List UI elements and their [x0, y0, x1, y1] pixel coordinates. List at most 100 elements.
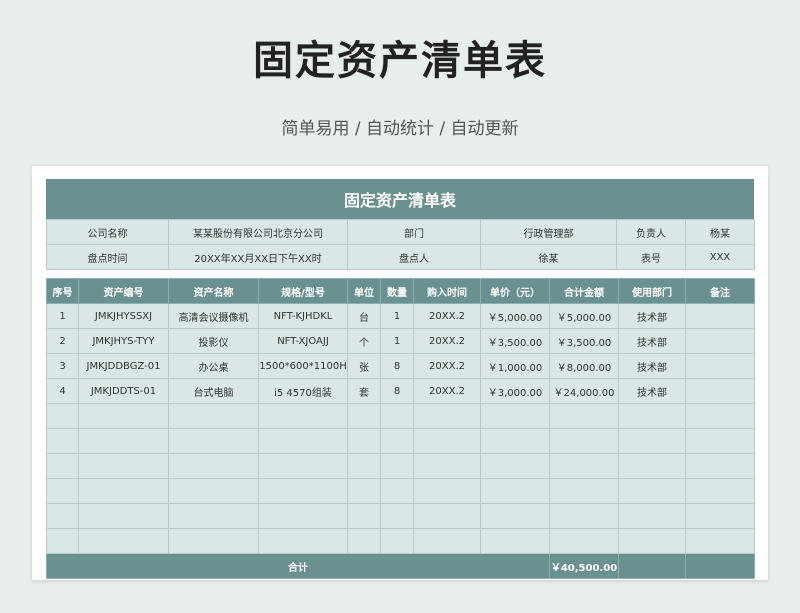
table-cell[interactable] — [413, 403, 481, 429]
table-cell[interactable] — [347, 478, 381, 504]
table-cell[interactable]: 个 — [347, 328, 381, 354]
table-cell[interactable] — [549, 503, 619, 529]
table-cell[interactable] — [46, 403, 79, 429]
table-cell[interactable] — [347, 453, 381, 479]
table-cell[interactable]: 台式电脑 — [168, 378, 259, 404]
owner-value[interactable]: 杨某 — [685, 219, 755, 245]
table-cell[interactable] — [685, 528, 755, 554]
table-cell[interactable]: JMKJHYSSXJ — [78, 303, 169, 329]
table-cell[interactable] — [258, 453, 348, 479]
table-cell[interactable]: 3 — [46, 353, 79, 379]
table-cell[interactable] — [347, 403, 381, 429]
table-cell[interactable]: 技术部 — [618, 303, 686, 329]
table-cell[interactable] — [413, 528, 481, 554]
table-cell[interactable] — [549, 428, 619, 454]
table-cell[interactable] — [258, 428, 348, 454]
table-cell[interactable] — [549, 453, 619, 479]
table-cell[interactable] — [480, 403, 550, 429]
table-cell[interactable]: JMKJHYS-TYY — [78, 328, 169, 354]
table-cell[interactable]: i5 4570组装 — [258, 378, 348, 404]
table-cell[interactable] — [380, 428, 414, 454]
form-value[interactable]: XXX — [685, 244, 755, 270]
table-cell[interactable] — [46, 453, 79, 479]
table-cell[interactable] — [413, 428, 481, 454]
table-cell[interactable] — [685, 503, 755, 529]
table-cell[interactable] — [618, 453, 686, 479]
table-cell[interactable] — [78, 403, 169, 429]
table-cell[interactable]: 1 — [380, 328, 414, 354]
table-cell[interactable]: 20XX.2 — [413, 328, 481, 354]
table-cell[interactable]: 台 — [347, 303, 381, 329]
table-cell[interactable]: ￥1,000.00 — [480, 353, 550, 379]
table-cell[interactable] — [618, 403, 686, 429]
table-cell[interactable] — [618, 528, 686, 554]
table-cell[interactable] — [549, 528, 619, 554]
table-cell[interactable] — [380, 478, 414, 504]
table-cell[interactable]: ￥3,500.00 — [549, 328, 619, 354]
table-cell[interactable]: NFT-XJOAJJ — [258, 328, 348, 354]
table-cell[interactable]: 1 — [380, 303, 414, 329]
table-cell[interactable] — [168, 528, 259, 554]
table-cell[interactable] — [168, 478, 259, 504]
table-cell[interactable] — [347, 428, 381, 454]
counter-value[interactable]: 徐某 — [480, 244, 617, 270]
table-cell[interactable] — [380, 503, 414, 529]
table-cell[interactable] — [380, 453, 414, 479]
table-cell[interactable]: 20XX.2 — [413, 378, 481, 404]
table-cell[interactable]: 技术部 — [618, 378, 686, 404]
table-cell[interactable] — [347, 503, 381, 529]
table-cell[interactable]: 套 — [347, 378, 381, 404]
table-cell[interactable]: ￥5,000.00 — [549, 303, 619, 329]
table-cell[interactable]: 投影仪 — [168, 328, 259, 354]
table-cell[interactable] — [685, 353, 755, 379]
table-cell[interactable]: 办公桌 — [168, 353, 259, 379]
table-cell[interactable] — [685, 403, 755, 429]
table-cell[interactable]: ￥5,000.00 — [480, 303, 550, 329]
table-cell[interactable] — [480, 453, 550, 479]
table-cell[interactable] — [168, 428, 259, 454]
table-cell[interactable]: JMKJDDTS-01 — [78, 378, 169, 404]
table-cell[interactable] — [413, 453, 481, 479]
table-cell[interactable] — [549, 478, 619, 504]
table-cell[interactable] — [380, 403, 414, 429]
table-cell[interactable] — [78, 453, 169, 479]
table-cell[interactable] — [685, 428, 755, 454]
table-cell[interactable]: NFT-KJHDKL — [258, 303, 348, 329]
table-cell[interactable] — [685, 303, 755, 329]
table-cell[interactable] — [618, 428, 686, 454]
table-cell[interactable] — [549, 403, 619, 429]
table-cell[interactable] — [685, 453, 755, 479]
table-cell[interactable] — [685, 328, 755, 354]
table-cell[interactable] — [78, 528, 169, 554]
table-cell[interactable]: ￥8,000.00 — [549, 353, 619, 379]
table-cell[interactable] — [46, 428, 79, 454]
table-cell[interactable] — [413, 478, 481, 504]
table-cell[interactable]: 20XX.2 — [413, 303, 481, 329]
company-value[interactable]: 某某股份有限公司北京分公司 — [168, 219, 348, 245]
dept-value[interactable]: 行政管理部 — [480, 219, 617, 245]
table-cell[interactable] — [168, 453, 259, 479]
table-cell[interactable]: ￥24,000.00 — [549, 378, 619, 404]
table-cell[interactable]: 2 — [46, 328, 79, 354]
table-cell[interactable] — [46, 478, 79, 504]
table-cell[interactable] — [258, 403, 348, 429]
table-cell[interactable]: 4 — [46, 378, 79, 404]
table-cell[interactable] — [258, 528, 348, 554]
table-cell[interactable]: 张 — [347, 353, 381, 379]
table-cell[interactable] — [78, 428, 169, 454]
table-cell[interactable]: JMKJDDBGZ-01 — [78, 353, 169, 379]
table-cell[interactable]: 高清会议摄像机 — [168, 303, 259, 329]
table-cell[interactable] — [347, 528, 381, 554]
table-cell[interactable]: 1 — [46, 303, 79, 329]
table-cell[interactable] — [480, 503, 550, 529]
table-cell[interactable]: 8 — [380, 353, 414, 379]
table-cell[interactable] — [685, 478, 755, 504]
table-cell[interactable] — [618, 503, 686, 529]
table-cell[interactable]: 20XX.2 — [413, 353, 481, 379]
table-cell[interactable] — [480, 528, 550, 554]
table-cell[interactable] — [46, 503, 79, 529]
table-cell[interactable] — [168, 503, 259, 529]
table-cell[interactable] — [380, 528, 414, 554]
table-cell[interactable]: 8 — [380, 378, 414, 404]
table-cell[interactable]: 技术部 — [618, 353, 686, 379]
